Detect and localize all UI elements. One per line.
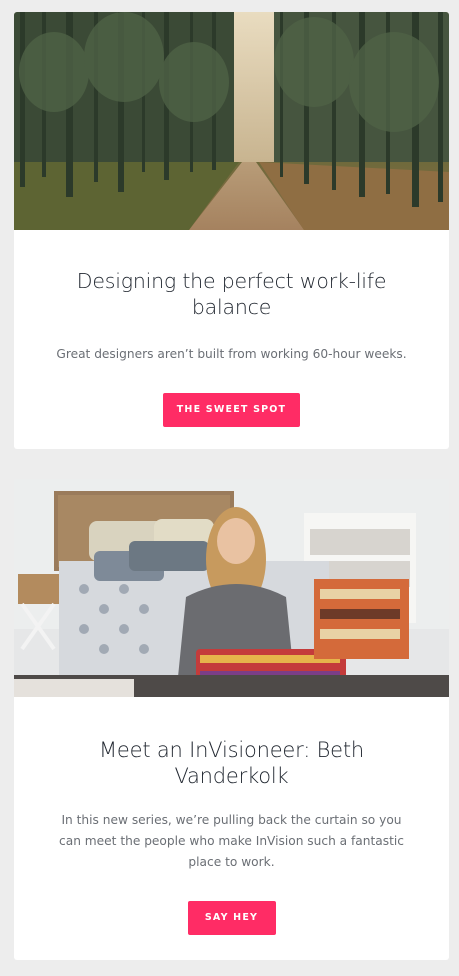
sweet-spot-button[interactable]: THE SWEET SPOT [163,393,300,427]
article-summary: In this new series, we’re pulling back t… [59,813,404,869]
article-title[interactable]: Meet an InVisioneer: Beth Vanderkolk [54,737,409,789]
article-card: Designing the perfect work-life balance … [14,12,449,449]
bedroom-portrait-photo[interactable] [14,479,449,697]
article-card: Meet an InVisioneer: Beth Vanderkolk In … [14,479,449,960]
article-summary: Great designers aren’t built from workin… [56,347,407,361]
forest-road-photo[interactable] [14,12,449,230]
article-feed: Designing the perfect work-life balance … [0,0,459,976]
article-title[interactable]: Designing the perfect work-life balance [54,268,409,320]
say-hey-button[interactable]: SAY HEY [187,901,276,935]
